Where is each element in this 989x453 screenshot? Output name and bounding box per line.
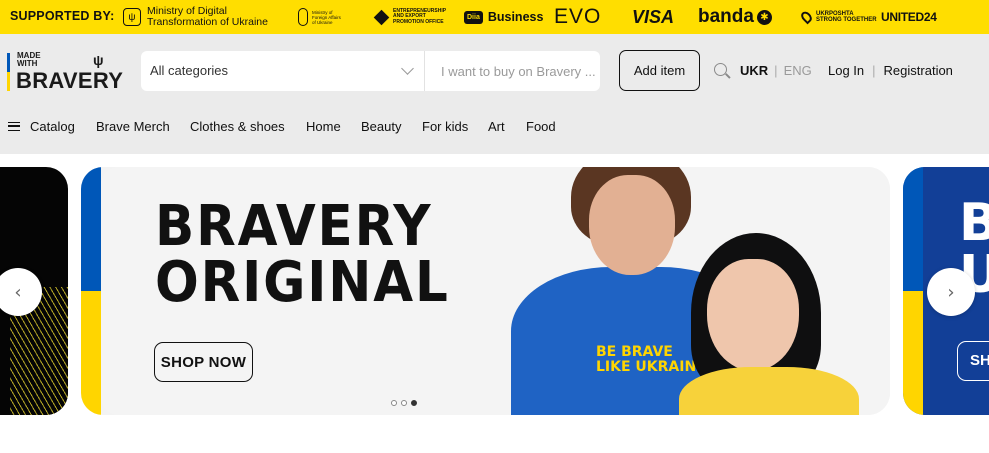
- sponsor-diia[interactable]: Diia Business: [464, 0, 543, 34]
- sponsor-epo[interactable]: ENTREPRENEURSHIP AND EXPORT PROMOTION OF…: [373, 0, 447, 34]
- photo-man-face: [589, 175, 675, 275]
- banda-star-icon: ✱: [756, 9, 772, 25]
- nav-beauty[interactable]: Beauty: [361, 119, 401, 134]
- nav-home[interactable]: Home: [306, 119, 341, 134]
- sponsor-banda-text: banda: [698, 6, 754, 27]
- sponsor-epo-text: ENTREPRENEURSHIP AND EXPORT PROMOTION OF…: [393, 7, 447, 25]
- carousel-dots: [391, 400, 417, 406]
- add-item-button[interactable]: Add item: [619, 50, 700, 91]
- hero-headline: BRAVERY ORIGINAL: [155, 194, 450, 315]
- next-slide-button: SH: [957, 341, 989, 381]
- nav-art[interactable]: Art: [488, 119, 505, 134]
- auth-links: Log In | Registration: [828, 63, 953, 78]
- category-select[interactable]: All categories: [150, 63, 228, 78]
- site-header: MADE WITH BRAVERY ψ All categories Add i…: [0, 34, 989, 154]
- epo-emblem-icon: [373, 9, 390, 25]
- sponsor-mfa-text: Ministry of Foreign Affairs of Ukraine: [312, 9, 341, 25]
- nav-brave-merch[interactable]: Brave Merch: [96, 119, 170, 134]
- photo-woman-face: [707, 259, 799, 371]
- diia-badge: Diia: [464, 10, 483, 24]
- nav-clothes-shoes[interactable]: Clothes & shoes: [190, 119, 285, 134]
- trident-icon: ψ: [93, 52, 104, 68]
- nav-food[interactable]: Food: [526, 119, 556, 134]
- registration-link[interactable]: Registration: [884, 63, 953, 78]
- auth-separator: |: [872, 63, 876, 78]
- ukraine-trident-icon: ψ: [123, 8, 141, 26]
- shirt-print-text: BE BRAVE LIKE UKRAINE: [596, 344, 706, 375]
- search-icon-handle: [725, 73, 731, 79]
- sponsor-bar: SUPPORTED BY: ψ Ministry of Digital Tran…: [0, 0, 989, 34]
- category-nav: Catalog Brave Merch Clothes & shoes Home…: [0, 119, 989, 135]
- search-divider: [424, 51, 425, 91]
- sponsor-evo[interactable]: EVO: [554, 0, 601, 34]
- language-switcher: UKR | ENG: [740, 63, 812, 78]
- next-slide-flag-yellow: [903, 291, 923, 415]
- login-link[interactable]: Log In: [828, 63, 864, 78]
- sponsor-banda[interactable]: banda ✱: [698, 0, 772, 34]
- sponsor-mfa[interactable]: Ministry of Foreign Affairs of Ukraine: [298, 0, 341, 34]
- hero-photo: BE BRAVE LIKE UKRAINE: [511, 167, 890, 415]
- sponsor-ministry-text: Ministry of Digital Transformation of Uk…: [147, 5, 268, 28]
- sponsor-diia-text: Business: [487, 10, 544, 24]
- search-bar: All categories: [141, 51, 731, 91]
- carousel-dot[interactable]: [391, 400, 397, 406]
- slide-flag-yellow: [81, 291, 101, 415]
- next-slide-flag-blue: [903, 167, 923, 291]
- chevron-right-icon: ›: [947, 281, 955, 303]
- sponsor-ukrposhta-text: UKRPOSHTA STRONG TOGETHER: [816, 10, 877, 24]
- nav-catalog[interactable]: Catalog: [30, 119, 75, 134]
- mfa-emblem-icon: [298, 8, 308, 26]
- slide-flag-blue: [81, 167, 101, 291]
- sponsor-visa[interactable]: VISA: [632, 0, 674, 34]
- lang-eng[interactable]: ENG: [784, 63, 812, 78]
- slide-panel: BRAVERY ORIGINAL SHOP NOW BE BRAVE LIKE …: [101, 167, 890, 415]
- nav-for-kids[interactable]: For kids: [422, 119, 468, 134]
- logo-flag-blue: [7, 53, 10, 72]
- photo-woman-shirt: [679, 367, 859, 415]
- sponsor-united24[interactable]: UNITED24: [881, 0, 937, 34]
- hero-slide: BRAVERY ORIGINAL SHOP NOW BE BRAVE LIKE …: [81, 167, 890, 415]
- logo-wordmark: BRAVERY: [16, 68, 124, 93]
- carousel-next-button[interactable]: ›: [927, 268, 975, 316]
- logo-flag-yellow: [7, 72, 10, 91]
- hero-carousel: BRAVERY ORIGINAL SHOP NOW BE BRAVE LIKE …: [0, 167, 989, 415]
- chevron-down-icon[interactable]: [401, 62, 414, 75]
- sponsor-label: SUPPORTED BY:: [10, 9, 115, 23]
- ukrposhta-pin-icon: [799, 9, 814, 25]
- chevron-left-icon: ‹: [14, 281, 22, 303]
- lang-separator: |: [774, 63, 778, 78]
- lang-ukr[interactable]: UKR: [740, 63, 768, 78]
- sponsor-ukrposhta[interactable]: UKRPOSHTA STRONG TOGETHER: [799, 0, 877, 34]
- shop-now-button[interactable]: SHOP NOW: [154, 342, 253, 382]
- logo-made-with: MADE WITH: [17, 51, 41, 68]
- sponsor-ministry-digital[interactable]: ψ Ministry of Digital Transformation of …: [123, 0, 268, 34]
- site-logo[interactable]: MADE WITH BRAVERY ψ: [7, 51, 123, 94]
- carousel-dot-active[interactable]: [411, 400, 417, 406]
- carousel-dot[interactable]: [401, 400, 407, 406]
- hamburger-icon[interactable]: [8, 122, 20, 131]
